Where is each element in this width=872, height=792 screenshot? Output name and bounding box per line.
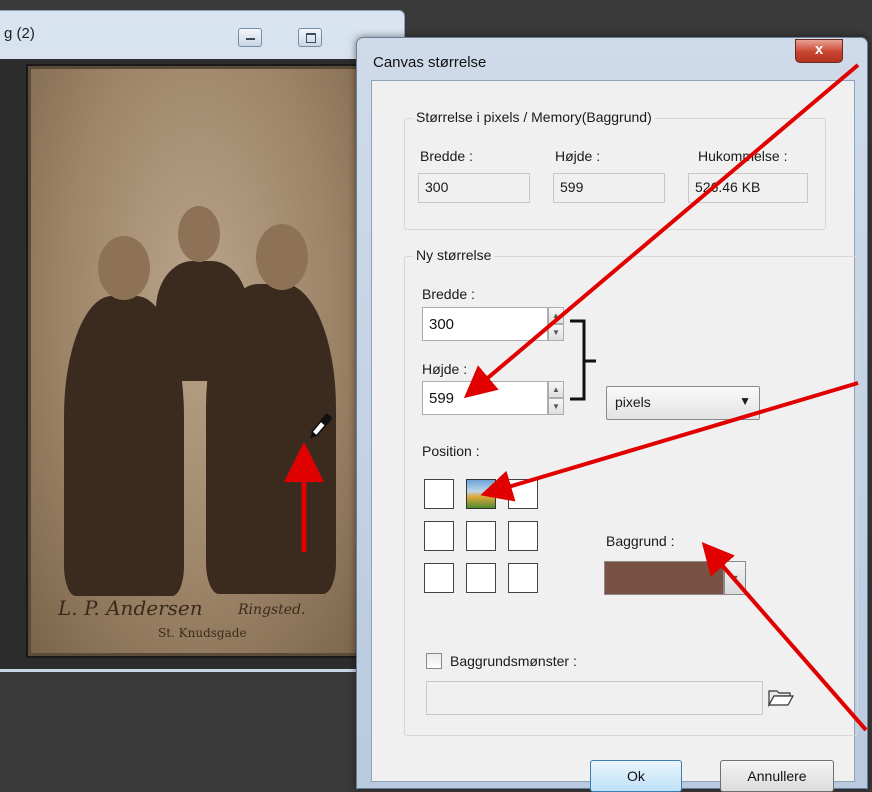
cancel-button[interactable]: Annullere [720,760,834,792]
position-label: Position : [422,443,480,459]
anchor-middle-right[interactable] [508,521,538,551]
maximize-button[interactable] [298,28,322,47]
background-color-swatch[interactable] [604,561,724,595]
width-increment-button[interactable]: ▲ [548,307,564,324]
new-height-input[interactable] [422,381,548,415]
photo-caption-photographer: L. P. Andersen [58,596,203,620]
new-size-group-label: Ny størrelse [413,247,495,263]
anchor-top-left[interactable] [424,479,454,509]
link-bracket-icon [570,319,596,401]
photo-head-woman [98,236,150,300]
ok-button[interactable]: Ok [590,760,682,792]
current-width-label: Bredde : [420,148,473,164]
unit-select-value: pixels [615,394,651,410]
dialog-title: Canvas størrelse [373,54,487,71]
close-button[interactable]: x [795,39,843,63]
memory-value: 526.46 KB [688,173,808,203]
new-width-label: Bredde : [422,286,475,302]
height-increment-button[interactable]: ▲ [548,381,564,398]
anchor-middle-left[interactable] [424,521,454,551]
height-decrement-button[interactable]: ▼ [548,398,564,415]
photo-head-man [256,224,308,290]
new-width-stepper[interactable]: ▲ ▼ [422,307,564,341]
anchor-bottom-left[interactable] [424,563,454,593]
photo-caption-town: Ringsted. [238,602,306,618]
minimize-button[interactable] [238,28,262,47]
workspace-background [0,672,404,789]
background-color-picker[interactable]: ▼ [604,561,746,595]
background-color-label: Baggrund : [606,533,675,549]
background-pattern-checkbox[interactable] [426,653,442,669]
eyedropper-icon [310,413,332,439]
sepia-family-photo: L. P. Andersen Ringsted. St. Knudsgade [26,64,368,658]
folder-open-icon[interactable] [768,687,794,707]
new-width-input[interactable] [422,307,548,341]
new-height-stepper[interactable]: ▲ ▼ [422,381,564,415]
chevron-down-icon: ▼ [739,394,751,408]
photo-head-girl [178,206,220,262]
photo-caption-street: St. Knudsgade [158,626,247,640]
unit-select[interactable]: pixels ▼ [606,386,760,420]
width-decrement-button[interactable]: ▼ [548,324,564,341]
anchor-bottom-right[interactable] [508,563,538,593]
anchor-top-right[interactable] [508,479,538,509]
dialog-client-area: Størrelse i pixels / Memory(Baggrund) Br… [371,80,858,792]
current-height-value: 599 [553,173,665,203]
anchor-top-center[interactable] [466,479,496,509]
image-window-title: g (2) [4,25,35,42]
current-height-label: Højde : [555,148,601,164]
new-height-label: Højde : [422,361,468,377]
chevron-down-icon[interactable]: ▼ [724,561,746,595]
current-width-value: 300 [418,173,530,203]
background-pattern-field[interactable] [426,681,763,715]
canvas-size-dialog: Canvas størrelse x Størrelse i pixels / … [356,37,868,792]
background-pattern-label: Baggrundsmønster : [450,653,577,669]
memory-label: Hukommelse : [698,148,788,164]
anchor-bottom-center[interactable] [466,563,496,593]
anchor-middle-center[interactable] [466,521,496,551]
current-size-group-label: Størrelse i pixels / Memory(Baggrund) [413,109,655,125]
